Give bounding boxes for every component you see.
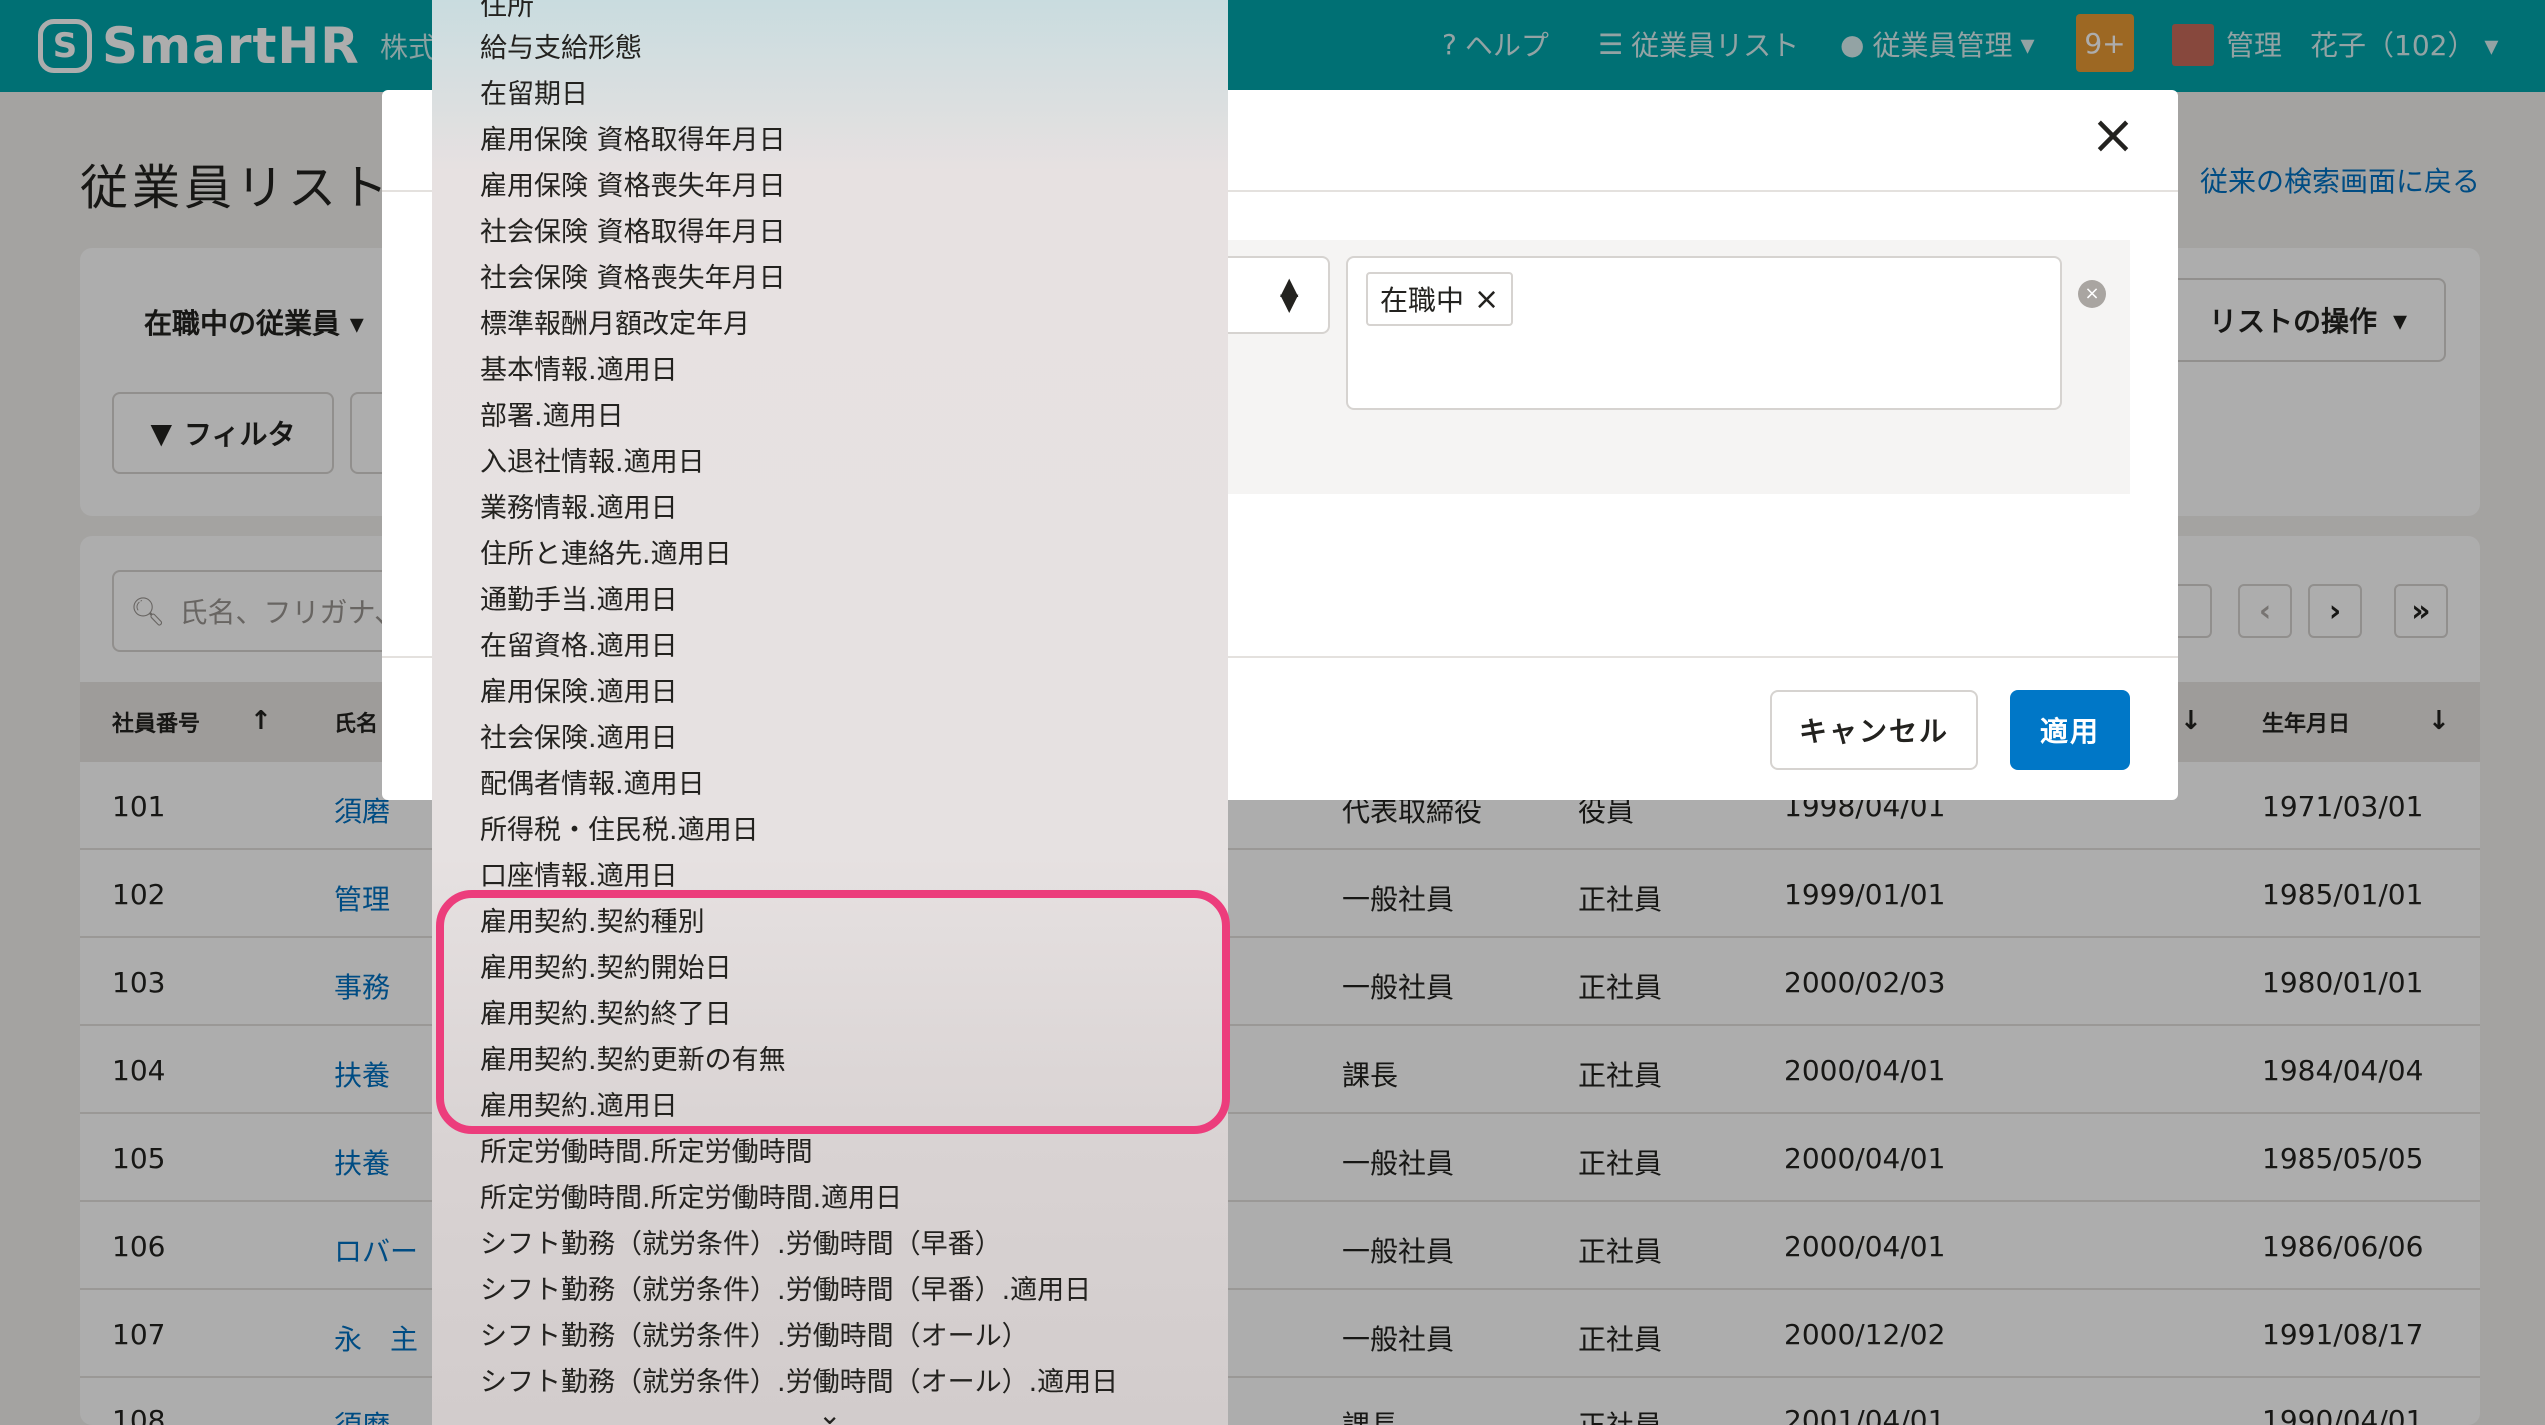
dropdown-item[interactable]: 部署.適用日 [480, 394, 624, 440]
dropdown-item[interactable]: 所得税・住民税.適用日 [480, 808, 759, 854]
dropdown-item[interactable]: シフト勤務（就労条件）.労働時間（オール）.適用日 [480, 1360, 1118, 1406]
dropdown-item[interactable]: 社会保険.適用日 [480, 716, 678, 762]
dropdown-item[interactable]: 社会保険 資格取得年月日 [480, 210, 786, 256]
clear-condition-icon[interactable]: × [2078, 280, 2106, 308]
apply-button[interactable]: 適用 [2010, 690, 2130, 770]
field-dropdown-list[interactable]: 住所 給与支給形態 在留期日 雇用保険 資格取得年月日 雇用保険 資格喪失年月日… [432, 0, 1228, 1425]
dropdown-item[interactable]: 業務情報.適用日 [480, 486, 678, 532]
value-tag: 在職中 × [1366, 272, 1514, 326]
dropdown-item[interactable]: 住所と連絡先.適用日 [480, 532, 732, 578]
dropdown-item[interactable]: 通勤手当.適用日 [480, 578, 678, 624]
dropdown-item[interactable]: 配偶者情報.適用日 [480, 762, 705, 808]
dropdown-item[interactable]: シフト勤務（就労条件）.労働時間（オール） [480, 1314, 1029, 1360]
dropdown-item[interactable]: 所定労働時間.所定労働時間 [480, 1130, 813, 1176]
dropdown-item[interactable]: 在留資格.適用日 [480, 624, 678, 670]
dropdown-item[interactable]: 雇用保険.適用日 [480, 670, 678, 716]
select-updown-icon: ▲ ▼ [1280, 272, 1299, 316]
value-tag-label: 在職中 [1380, 284, 1465, 317]
dropdown-item[interactable]: 標準報酬月額改定年月 [480, 302, 750, 348]
remove-tag-icon[interactable]: × [1474, 282, 1499, 317]
dropdown-item[interactable]: 雇用保険 資格取得年月日 [480, 118, 786, 164]
dropdown-item[interactable]: シフト勤務（就労条件）.労働時間（早番）.適用日 [480, 1268, 1091, 1314]
dropdown-item[interactable]: シフト勤務（就労条件）.労働時間（早番） [480, 1222, 1002, 1268]
scroll-down-chevron-icon[interactable]: ⌄ [818, 1398, 841, 1425]
cancel-button[interactable]: キャンセル [1770, 690, 1978, 770]
dropdown-item[interactable]: 雇用保険 資格喪失年月日 [480, 164, 786, 210]
close-icon[interactable]: × [2090, 108, 2136, 162]
dropdown-item[interactable]: 社会保険 資格喪失年月日 [480, 256, 786, 302]
dropdown-item[interactable]: 在留期日 [480, 72, 588, 118]
dropdown-item[interactable]: 入退社情報.適用日 [480, 440, 705, 486]
dropdown-item[interactable]: 給与支給形態 [480, 26, 642, 72]
dropdown-item[interactable]: 所定労働時間.所定労働時間.適用日 [480, 1176, 902, 1222]
dropdown-item[interactable]: 基本情報.適用日 [480, 348, 678, 394]
highlight-annotation-box [436, 890, 1230, 1134]
